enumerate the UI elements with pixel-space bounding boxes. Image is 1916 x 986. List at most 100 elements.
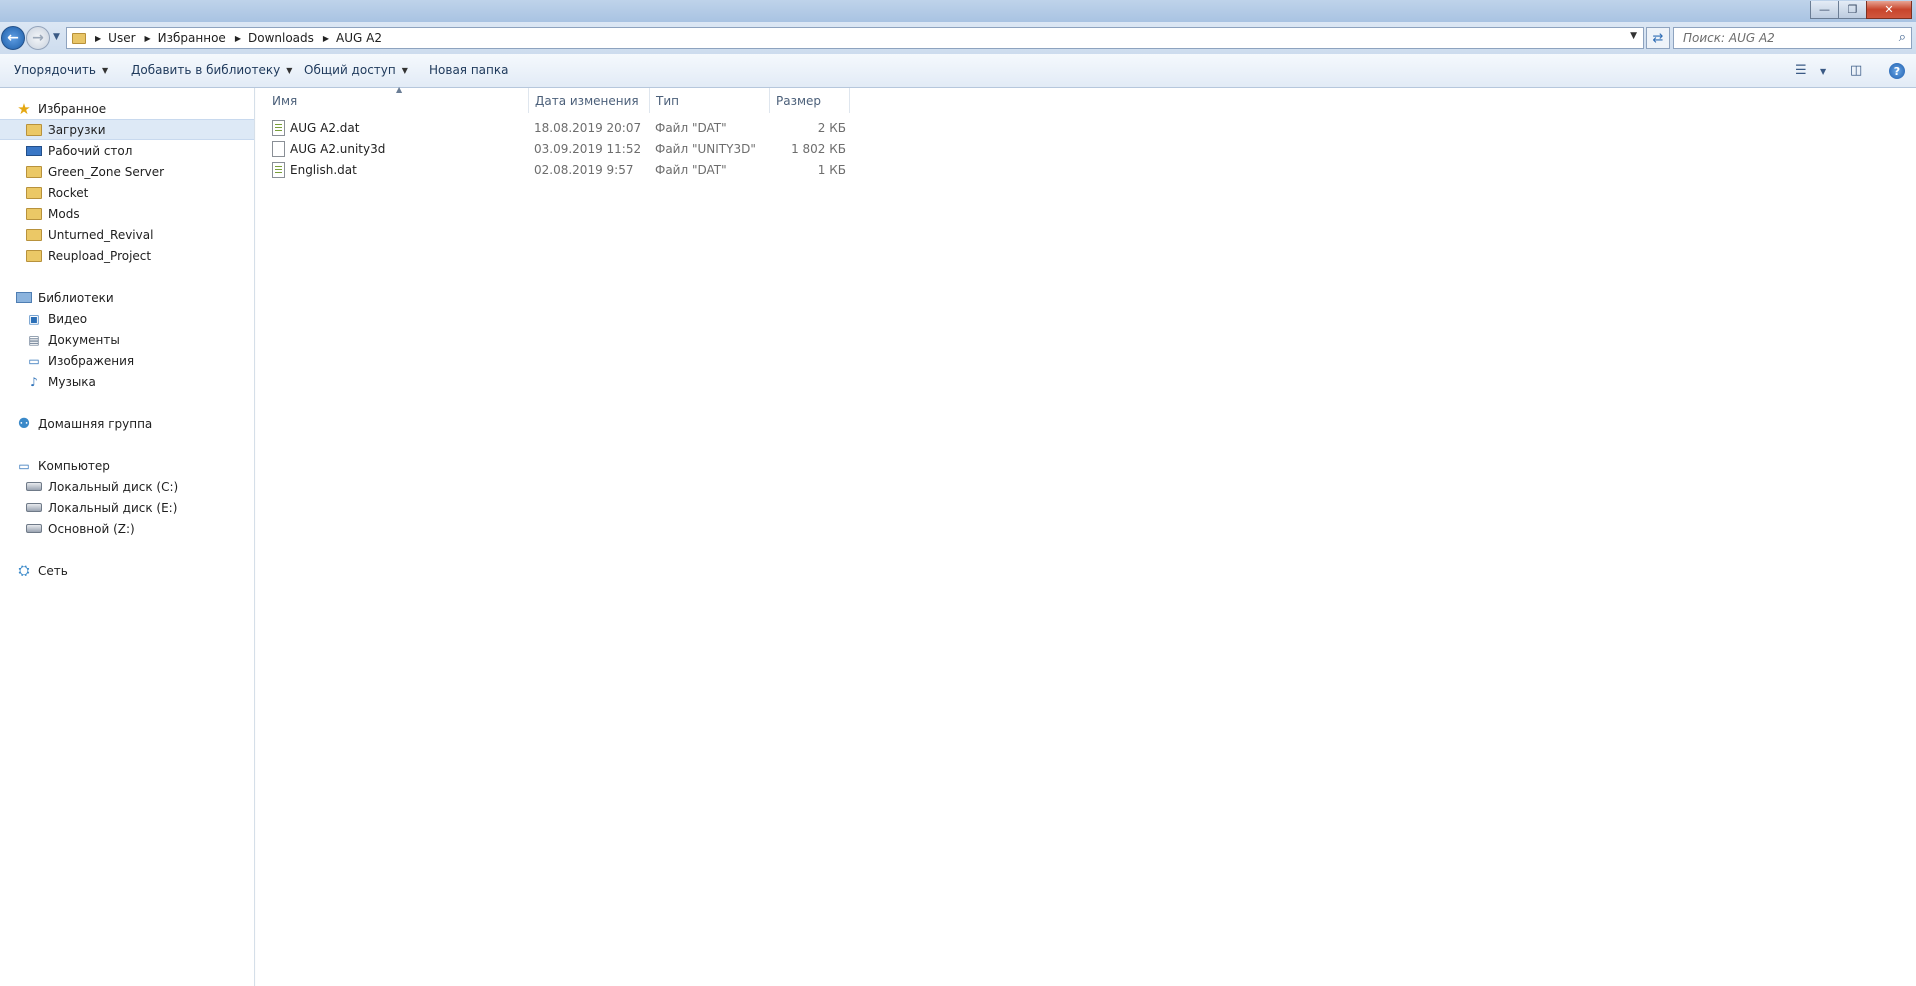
chevron-right-icon[interactable]: ▶ [235, 34, 241, 43]
chevron-down-icon: ▼ [286, 65, 293, 75]
document-icon: ▤ [28, 332, 40, 347]
hard-drive-icon [26, 482, 42, 491]
refresh-button[interactable]: ⇄ [1646, 27, 1670, 49]
new-folder-button[interactable]: Новая папка [429, 63, 508, 77]
downloads-folder-icon [26, 123, 42, 136]
file-name: AUG A2.dat [290, 121, 360, 135]
sidebar-libraries-label: Библиотеки [38, 290, 114, 305]
blank-file-icon [272, 141, 285, 157]
libraries-icon [16, 292, 32, 303]
sidebar-item-downloads[interactable]: Загрузки [0, 119, 254, 140]
column-header-size[interactable]: Размер [770, 88, 850, 113]
sidebar-favorites-label: Избранное [38, 101, 107, 116]
sidebar-item-video[interactable]: ▣ Видео [0, 308, 254, 329]
search-icon[interactable]: ⌕ [1899, 30, 1906, 45]
share-button[interactable]: Общий доступ ▼ [304, 63, 408, 77]
sidebar-item-drive-z[interactable]: Основной (Z:) [0, 518, 254, 539]
breadcrumb-current[interactable]: AUG A2 [336, 31, 382, 45]
network-drive-icon [26, 524, 42, 533]
organize-button[interactable]: Упорядочить ▼ [14, 63, 108, 77]
maximize-button[interactable]: ❐ [1838, 1, 1867, 19]
sidebar-item-pictures[interactable]: ▭ Изображения [0, 350, 254, 371]
sidebar-network-label: Сеть [38, 563, 68, 578]
sidebar-homegroup[interactable]: ⚉ Домашняя группа [0, 413, 254, 434]
preview-pane-icon[interactable]: ◫ [1850, 63, 1862, 78]
file-size: 1 802 КБ [791, 142, 846, 156]
address-history-dropdown[interactable]: ▼ [1630, 31, 1637, 41]
recent-pages-dropdown[interactable]: ▼ [53, 32, 60, 42]
close-button[interactable]: ✕ [1866, 1, 1912, 19]
command-toolbar: Упорядочить ▼ Добавить в библиотеку ▼ Общи… [0, 54, 1916, 88]
chevron-right-icon[interactable]: ▶ [145, 34, 151, 43]
breadcrumb-downloads[interactable]: Downloads [248, 31, 314, 45]
sidebar-item-label: Музыка [48, 374, 96, 389]
sidebar-computer[interactable]: ▭ Компьютер [0, 455, 254, 476]
file-size: 2 КБ [817, 121, 846, 135]
folder-icon [26, 249, 42, 262]
sidebar-item-label: Reupload_Project [48, 248, 152, 263]
sidebar-item-label: Green_Zone Server [48, 164, 165, 179]
sidebar-item-label: Документы [48, 332, 120, 347]
sidebar-network[interactable]: ⛭ Сеть [0, 560, 254, 581]
minimize-button[interactable]: — [1810, 1, 1839, 19]
sidebar-item-label: Локальный диск (C:) [48, 479, 179, 494]
address-bar[interactable]: ▶ User ▶ Избранное ▶ Downloads ▶ AUG A2 … [66, 27, 1644, 49]
view-options-icon[interactable]: ☰ [1795, 63, 1807, 78]
add-to-library-label: Добавить в библиотеку [131, 63, 281, 77]
chevron-right-icon[interactable]: ▶ [95, 34, 101, 43]
hard-drive-icon [26, 503, 42, 512]
sidebar-item-label: Mods [48, 206, 80, 221]
column-header-name[interactable]: Имя ▲ [266, 85, 529, 113]
folder-icon [26, 186, 42, 199]
arrow-right-icon: → [32, 30, 44, 46]
star-icon: ★ [17, 99, 31, 118]
sidebar-item-mods[interactable]: Mods [0, 203, 254, 224]
sidebar-item-label: Rocket [48, 185, 89, 200]
back-button[interactable]: ← [1, 26, 25, 50]
sidebar-item-label: Рабочий стол [48, 143, 133, 158]
desktop-icon [26, 145, 42, 156]
sidebar-item-label: Основной (Z:) [48, 521, 135, 536]
sidebar-item-documents[interactable]: ▤ Документы [0, 329, 254, 350]
file-type: Файл "DAT" [655, 121, 727, 135]
forward-button[interactable]: → [26, 26, 50, 50]
video-icon: ▣ [28, 311, 40, 326]
search-input[interactable]: Поиск: AUG A2 ⌕ [1673, 27, 1912, 49]
chevron-down-icon[interactable]: ▼ [1820, 67, 1826, 76]
sidebar-item-label: Изображения [48, 353, 135, 368]
sidebar-item-drive-c[interactable]: Локальный диск (C:) [0, 476, 254, 497]
file-size: 1 КБ [817, 163, 846, 177]
breadcrumb-user[interactable]: User [108, 31, 135, 45]
sidebar-item-drive-e[interactable]: Локальный диск (E:) [0, 497, 254, 518]
chevron-right-icon[interactable]: ▶ [323, 34, 329, 43]
sidebar-item-rocket[interactable]: Rocket [0, 182, 254, 203]
new-folder-label: Новая папка [429, 63, 509, 77]
sidebar-item-reupload-project[interactable]: Reupload_Project [0, 245, 254, 266]
pictures-icon: ▭ [28, 353, 40, 368]
sidebar-favorites[interactable]: ★ Избранное [0, 98, 254, 119]
file-row[interactable]: AUG A2.unity3d 03.09.2019 11:52 Файл "UN… [270, 139, 1102, 160]
column-header-type[interactable]: Тип [650, 88, 770, 113]
folder-icon [72, 32, 86, 44]
file-type: Файл "UNITY3D" [655, 142, 756, 156]
add-to-library-button[interactable]: Добавить в библиотеку ▼ [131, 63, 292, 77]
sidebar-item-label: Локальный диск (E:) [48, 500, 178, 515]
sidebar-computer-label: Компьютер [38, 458, 110, 473]
file-row[interactable]: English.dat 02.08.2019 9:57 Файл "DAT" 1… [270, 160, 1102, 181]
folder-icon [26, 165, 42, 178]
sidebar-item-green-zone-server[interactable]: Green_Zone Server [0, 161, 254, 182]
breadcrumb-favorites[interactable]: Избранное [158, 31, 226, 45]
sidebar-libraries[interactable]: Библиотеки [0, 287, 254, 308]
homegroup-icon: ⚉ [17, 415, 31, 432]
sidebar-item-music[interactable]: ♪ Музыка [0, 371, 254, 392]
search-placeholder: Поиск: AUG A2 [1683, 31, 1775, 45]
music-icon: ♪ [30, 374, 38, 389]
sidebar-homegroup-label: Домашняя группа [38, 416, 153, 431]
file-row[interactable]: AUG A2.dat 18.08.2019 20:07 Файл "DAT" 2… [270, 118, 1102, 139]
column-header-size-label: Размер [776, 93, 822, 108]
help-icon[interactable]: ? [1889, 63, 1905, 79]
column-header-type-label: Тип [656, 93, 679, 108]
sidebar-item-desktop[interactable]: Рабочий стол [0, 140, 254, 161]
sidebar-item-unturned-revival[interactable]: Unturned_Revival [0, 224, 254, 245]
column-header-date[interactable]: Дата изменения [529, 88, 650, 113]
